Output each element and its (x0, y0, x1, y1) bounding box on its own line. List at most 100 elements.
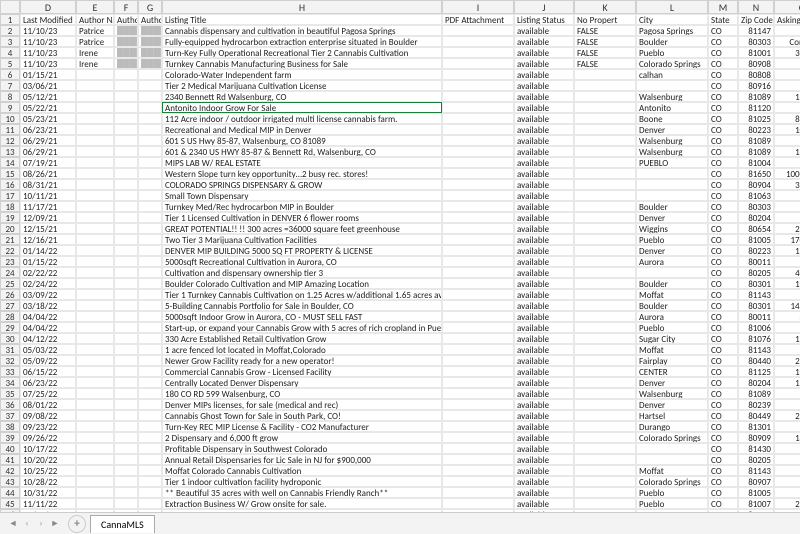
cell[interactable]: Pueblo (636, 322, 708, 333)
cell[interactable]: 17000000 (774, 234, 800, 245)
cell[interactable]: 1150000 (774, 91, 800, 102)
field-label[interactable]: Listing Title (162, 14, 442, 25)
cell[interactable] (442, 289, 514, 300)
cell[interactable] (76, 80, 114, 91)
cell[interactable]: 80909 (738, 432, 774, 443)
cell[interactable]: 650000 (774, 69, 800, 80)
nav-next-icon[interactable]: › (34, 517, 48, 531)
cell[interactable] (574, 322, 636, 333)
cell[interactable]: Pueblo (636, 487, 708, 498)
row-header[interactable]: 34 (0, 377, 20, 388)
cell[interactable] (76, 498, 114, 509)
cell[interactable]: Boulder Colorado Cultivation and MIP Ama… (162, 278, 442, 289)
row-header[interactable]: 20 (0, 223, 20, 234)
cell[interactable]: available (514, 58, 574, 69)
cell[interactable]: Walsenburg (636, 91, 708, 102)
cell[interactable]: available (514, 410, 574, 421)
cell[interactable]: 01/15/22 (20, 256, 76, 267)
cell[interactable]: 995000 (774, 465, 800, 476)
cell[interactable] (76, 410, 114, 421)
cell[interactable] (114, 399, 138, 410)
add-sheet-button[interactable]: + (68, 515, 86, 533)
cell[interactable]: available (514, 377, 574, 388)
cell[interactable] (574, 267, 636, 278)
cell[interactable]: 1300000 (774, 278, 800, 289)
cell[interactable]: COLORADO SPRINGS DISPENSARY & GROW (162, 179, 442, 190)
cell[interactable] (76, 278, 114, 289)
cell[interactable] (76, 399, 114, 410)
cell[interactable] (76, 388, 114, 399)
cell[interactable]: CO (708, 91, 738, 102)
cell[interactable]: ████ (114, 58, 138, 69)
field-label[interactable]: Author Na (76, 14, 114, 25)
cell[interactable] (138, 454, 162, 465)
col-header-F[interactable]: F (114, 0, 138, 14)
cell[interactable]: CO (708, 322, 738, 333)
cell[interactable]: 05/12/21 (20, 91, 76, 102)
cell[interactable]: Profitable Dispensary in Southwest Color… (162, 443, 442, 454)
cell[interactable]: Fairplay (636, 355, 708, 366)
cell[interactable] (114, 146, 138, 157)
row-header[interactable]: 22 (0, 245, 20, 256)
cell[interactable]: Patrice (76, 25, 114, 36)
cell[interactable] (574, 190, 636, 201)
cell[interactable] (442, 311, 514, 322)
cell[interactable] (442, 432, 514, 443)
cell[interactable] (138, 432, 162, 443)
cell[interactable]: ████ (138, 47, 162, 58)
cell[interactable]: 850000 (774, 135, 800, 146)
cell[interactable]: Aurora (636, 311, 708, 322)
row-header[interactable]: 1 (0, 14, 20, 25)
cell[interactable] (574, 377, 636, 388)
cell[interactable]: CO (708, 102, 738, 113)
cell[interactable]: 80205 (738, 267, 774, 278)
cell[interactable]: 81143 (738, 344, 774, 355)
cell[interactable] (442, 278, 514, 289)
cell[interactable]: Two Tier 3 Marijuana Cultivation Facilit… (162, 234, 442, 245)
cell[interactable]: 11/10/23 (20, 36, 76, 47)
cell[interactable]: Denver (636, 124, 708, 135)
cell[interactable]: CO (708, 465, 738, 476)
cell[interactable]: available (514, 212, 574, 223)
cell[interactable]: 06/15/22 (20, 366, 76, 377)
cell[interactable]: 81089 (738, 135, 774, 146)
cell[interactable]: Annual Retail Dispensaries for Lic Sale … (162, 454, 442, 465)
cell[interactable] (76, 113, 114, 124)
cell[interactable]: GREAT POTENTIAL!! !! 300 acres =36000 sq… (162, 223, 442, 234)
cell[interactable] (138, 234, 162, 245)
cell[interactable]: CO (708, 256, 738, 267)
cell[interactable]: Denver MIPs licenses, for sale (medical … (162, 399, 442, 410)
cell[interactable] (636, 443, 708, 454)
field-label[interactable]: PDF Attachment (442, 14, 514, 25)
cell[interactable]: 81650 (738, 168, 774, 179)
cell[interactable]: 05/03/22 (20, 344, 76, 355)
cell[interactable]: FALSE (574, 47, 636, 58)
cell[interactable]: available (514, 146, 574, 157)
col-header-M[interactable]: M (708, 0, 738, 14)
cell[interactable]: 80916 (738, 80, 774, 91)
cell[interactable] (574, 157, 636, 168)
cell[interactable]: CO (708, 245, 738, 256)
cell[interactable]: 81089 (738, 146, 774, 157)
cell[interactable] (574, 355, 636, 366)
cell[interactable]: 81143 (738, 289, 774, 300)
cell[interactable] (442, 36, 514, 47)
row-header[interactable]: 13 (0, 146, 20, 157)
cell[interactable]: CO (708, 278, 738, 289)
cell[interactable] (442, 212, 514, 223)
row-header[interactable]: 24 (0, 267, 20, 278)
cell[interactable]: 315000 (774, 344, 800, 355)
cell[interactable]: G (774, 25, 800, 36)
cell[interactable] (138, 201, 162, 212)
cell[interactable] (138, 256, 162, 267)
cell[interactable] (442, 58, 514, 69)
cell[interactable]: 1500000 (774, 377, 800, 388)
cell[interactable]: available (514, 421, 574, 432)
cell[interactable] (76, 355, 114, 366)
row-header[interactable]: 9 (0, 102, 20, 113)
cell[interactable]: Colorado Springs (636, 476, 708, 487)
cell[interactable]: 07/19/21 (20, 157, 76, 168)
col-header-H[interactable]: H (162, 0, 442, 14)
row-header[interactable]: 23 (0, 256, 20, 267)
cell[interactable]: available (514, 157, 574, 168)
